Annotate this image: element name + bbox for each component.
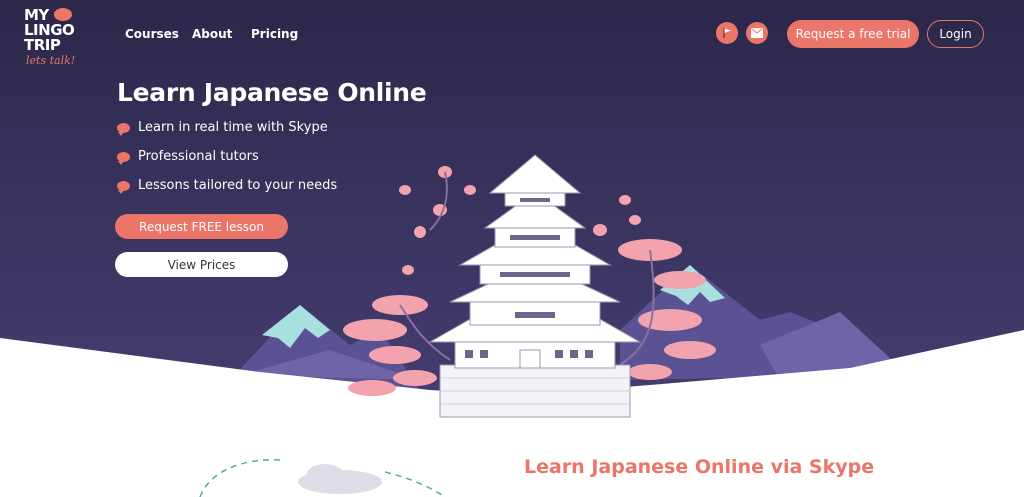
nav-pricing[interactable]: Pricing [251, 27, 298, 41]
hero-bullet-text: Lessons tailored to your needs [138, 178, 338, 193]
nav-about[interactable]: About [192, 27, 232, 41]
nav-courses[interactable]: Courses [125, 27, 179, 41]
site-logo[interactable]: MY LINGO TRIP lets talk! [24, 6, 84, 68]
hero-title: Learn Japanese Online [117, 78, 427, 107]
login-button[interactable]: Login [927, 20, 984, 48]
hero-bullet-text: Learn in real time with Skype [138, 120, 328, 135]
speech-bubble-icon [117, 180, 130, 194]
speech-bubble-icon [117, 122, 130, 136]
mail-icon[interactable] [746, 22, 768, 44]
hero-bullet: Learn in real time with Skype [117, 120, 328, 136]
speech-bubble-icon [117, 151, 130, 165]
hero-bullet: Professional tutors [117, 149, 259, 165]
section-title: Learn Japanese Online via Skype [524, 456, 875, 478]
hero-bullet: Lessons tailored to your needs [117, 178, 338, 194]
castle-illustration [0, 154, 1024, 497]
logo-line-trip: TRIP [24, 36, 61, 54]
hero-bullet-text: Professional tutors [138, 149, 259, 164]
logo-bubble-icon [54, 8, 72, 21]
view-prices-button[interactable]: View Prices [115, 252, 288, 277]
flag-icon[interactable] [716, 22, 738, 44]
request-free-trial-button[interactable]: Request a free trial [787, 20, 919, 48]
logo-tagline: lets talk! [26, 54, 76, 67]
hero-section: MY LINGO TRIP lets talk! Courses About P… [0, 0, 1024, 497]
request-free-lesson-button[interactable]: Request FREE lesson [115, 214, 288, 239]
